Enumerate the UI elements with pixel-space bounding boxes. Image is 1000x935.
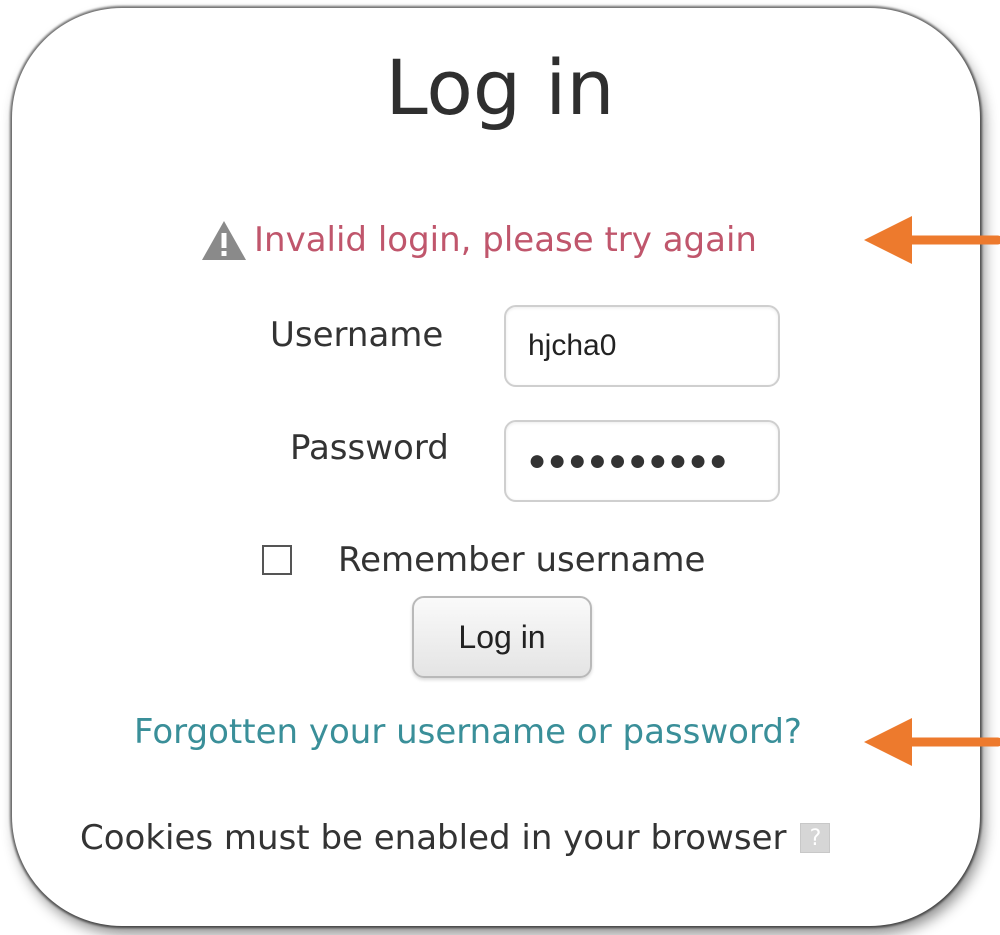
cookies-text: Cookies must be enabled in your browser [80,818,787,858]
remember-label[interactable]: Remember username [338,540,705,580]
login-card [12,8,980,926]
remember-row: Remember username [262,540,705,580]
left-arrow-icon [864,216,1000,264]
error-text: Invalid login, please try again [254,220,757,260]
page-title: Log in [385,43,615,132]
error-message: Invalid login, please try again [200,212,757,268]
help-glyph: ? [809,825,822,851]
remember-checkbox[interactable] [262,545,292,575]
password-label: Password [290,428,449,468]
username-input[interactable] [504,305,780,387]
warning-icon [202,221,246,260]
password-mask: ●●●●●●●●●● [528,444,730,477]
forgot-password-link[interactable]: Forgotten your username or password? [134,712,802,752]
password-input[interactable]: ●●●●●●●●●● [504,420,780,502]
left-arrow-icon [864,718,1000,766]
username-label: Username [270,315,444,355]
cookies-notice: Cookies must be enabled in your browser … [80,818,831,858]
login-button[interactable]: Log in [412,596,592,678]
help-icon[interactable]: ? [800,823,831,853]
